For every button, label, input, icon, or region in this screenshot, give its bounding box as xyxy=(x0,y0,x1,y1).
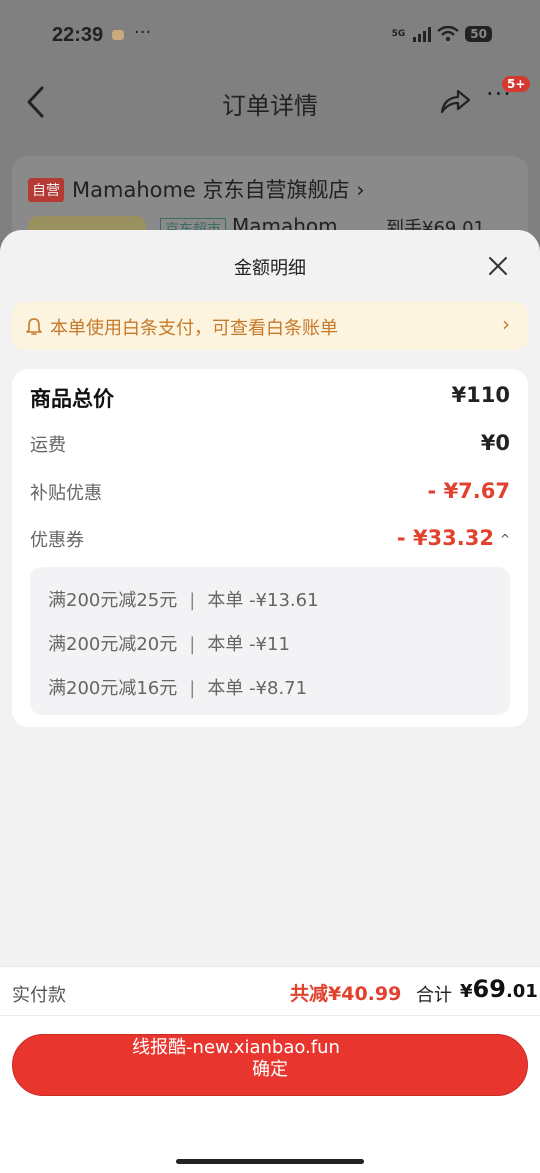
chevron-right-icon: › xyxy=(502,312,510,336)
close-icon[interactable] xyxy=(486,254,510,278)
signal-icon xyxy=(413,26,432,42)
status-bar: 22:39 ··· 5G 50 xyxy=(0,0,540,70)
goods-total-label: 商品总价 xyxy=(30,387,114,411)
coupon-rule: 满200元减25元 xyxy=(48,590,178,611)
coupon-amount: 本单 -¥11 xyxy=(207,634,290,655)
paid-label: 实付款 xyxy=(12,985,66,1006)
coupon-label: 优惠券 xyxy=(30,530,84,551)
total-saved: 共减¥40.99 xyxy=(290,983,402,1005)
total-label: 合计 xyxy=(416,985,452,1006)
goods-total-value: ¥110 xyxy=(451,383,510,407)
chevron-up-icon[interactable]: ^ xyxy=(500,532,510,546)
divider xyxy=(0,1015,540,1016)
store-tag: 自营 xyxy=(28,178,64,202)
coupon-separator: | xyxy=(189,634,196,655)
goods-total-row: 商品总价 ¥110 xyxy=(30,383,510,413)
subsidy-label: 补贴优惠 xyxy=(30,483,102,504)
total-amount: ¥69.01 xyxy=(460,975,538,1003)
detail-card: 商品总价 ¥110 运费 ¥0 补贴优惠 - ¥7.67 优惠券 - ¥33.3… xyxy=(12,369,528,727)
notification-icon xyxy=(112,30,124,40)
confirm-label: 确定 xyxy=(252,1059,288,1080)
store-name[interactable]: Mamahome 京东自营旗舰店 › xyxy=(72,174,365,204)
total-integer: 69 xyxy=(472,975,506,1003)
shipping-label: 运费 xyxy=(30,435,66,456)
confirm-button[interactable]: 线报酷-new.xianbao.fun 确定 xyxy=(12,1034,528,1096)
total-currency: ¥ xyxy=(460,981,473,1002)
shipping-row: 运费 ¥0 xyxy=(30,431,510,461)
message-badge: 5+ xyxy=(502,76,531,92)
coupon-value: - ¥33.32 xyxy=(396,526,494,550)
battery-indicator: 50 xyxy=(465,26,492,42)
subsidy-value: - ¥7.67 xyxy=(427,479,510,503)
notice-text: 本单使用白条支付，可查看白条账单 xyxy=(50,318,338,339)
coupon-row[interactable]: 优惠券 - ¥33.32 ^ xyxy=(30,526,510,556)
bell-icon xyxy=(26,318,42,335)
subsidy-row: 补贴优惠 - ¥7.67 xyxy=(30,479,510,509)
coupon-rule: 满200元减16元 xyxy=(48,678,178,699)
coupon-separator: | xyxy=(189,590,196,611)
network-label: 5G xyxy=(391,29,406,39)
shipping-value: ¥0 xyxy=(480,431,510,455)
baitiao-notice[interactable]: 本单使用白条支付，可查看白条账单 › xyxy=(12,302,528,350)
wifi-icon xyxy=(437,26,460,42)
coupon-breakdown: 满200元减25元 | 本单 -¥13.61 满200元减20元 | 本单 -¥11 满… xyxy=(30,567,510,715)
coupon-item: 满200元减20元 | 本单 -¥11 xyxy=(48,630,290,656)
coupon-item: 满200元减16元 | 本单 -¥8.71 xyxy=(48,674,307,700)
coupon-item: 满200元减25元 | 本单 -¥13.61 xyxy=(48,586,319,612)
coupon-separator: | xyxy=(189,678,196,699)
coupon-amount: 本单 -¥8.71 xyxy=(207,678,308,699)
home-indicator xyxy=(176,1159,364,1164)
sheet-title: 金额明细 xyxy=(234,258,306,279)
status-right: 5G 50 xyxy=(392,26,492,42)
total-decimal: .01 xyxy=(505,981,538,1002)
bottom-bar: 实付款 共减¥40.99 合计 ¥69.01 线报酷-new.xianbao.f… xyxy=(0,966,540,1173)
status-more-icon: ··· xyxy=(134,22,152,43)
coupon-amount: 本单 -¥13.61 xyxy=(207,590,319,611)
share-icon[interactable] xyxy=(438,84,472,118)
background-page: 22:39 ··· 5G 50 订单详情 ··· 5+ 自营 Mamahome … xyxy=(0,0,540,266)
status-time: 22:39 xyxy=(52,24,104,46)
coupon-rule: 满200元减20元 xyxy=(48,634,178,655)
nav-bar: 订单详情 ··· 5+ xyxy=(0,70,540,134)
